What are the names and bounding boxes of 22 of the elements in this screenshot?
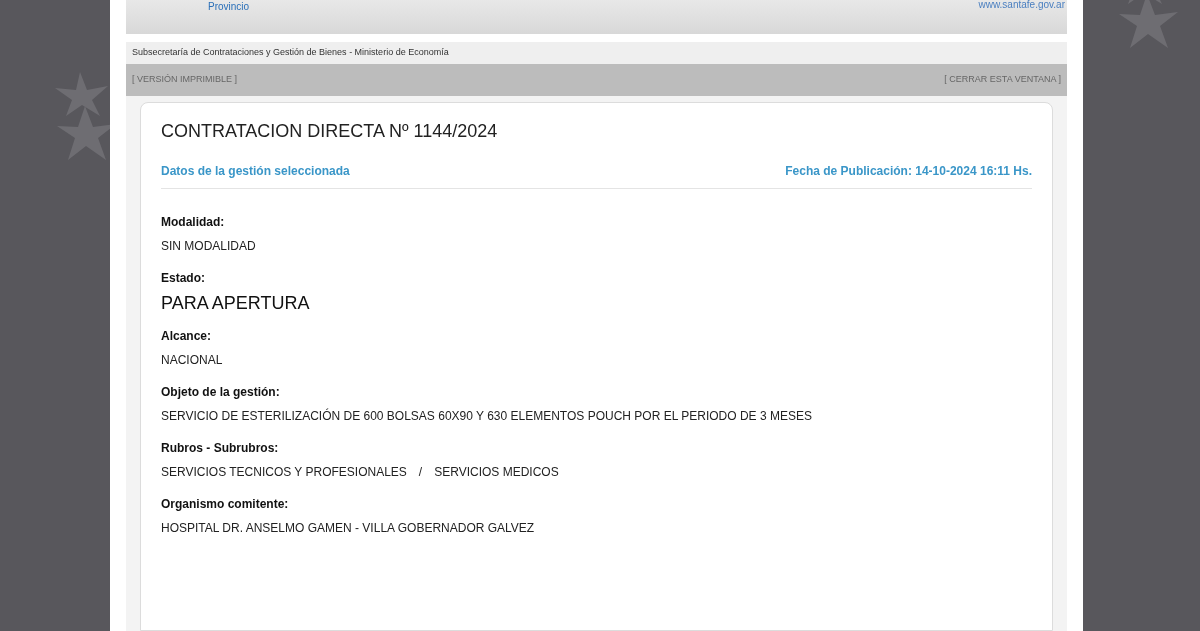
province-link[interactable]: Provincio bbox=[208, 0, 250, 14]
field-label: Modalidad: bbox=[161, 214, 226, 231]
field-value: SERVICIO DE ESTERILIZACIÓN DE 600 BOLSAS 60X90 Y 630 ELEMENTOS POUCH POR EL PERIODO DE 3 MESES bbox=[161, 407, 812, 425]
field-value: HOSPITAL DR. ANSELMO GAMEN - VILLA GOBERNADOR GALVEZ bbox=[161, 520, 535, 537]
field-value: SERVICIOS TECNICOS Y PROFESIONALES bbox=[161, 464, 407, 481]
field-label: Alcance: bbox=[161, 328, 213, 345]
agency-name: Subsecretaría de Contrataciones y Gestión de Bienes - Ministerio de Economía bbox=[132, 46, 449, 60]
field-value: SERVICIOS MEDICOS bbox=[434, 464, 559, 481]
procurement-title: CONTRATACION DIRECTA Nº 1144/2024 bbox=[161, 120, 499, 142]
section-label: Datos de la gestión seleccionada bbox=[161, 163, 350, 180]
field-label: Rubros - Subrubros: bbox=[161, 440, 280, 457]
field-label: Estado: bbox=[161, 270, 206, 287]
site-link[interactable]: www.santafe.gov.ar bbox=[978, 0, 1065, 10]
field-label: Objeto de la gestión: bbox=[161, 384, 281, 401]
field-label: Organismo comitente: bbox=[161, 496, 290, 513]
field-value: PARA APERTURA bbox=[161, 293, 310, 313]
close-window-link[interactable]: [ CERRAR ESTA VENTANA ] bbox=[944, 73, 1061, 87]
print-version-link[interactable]: [ VERSIÓN IMPRIMIBLE ] bbox=[132, 73, 238, 87]
field-value: / bbox=[418, 464, 423, 481]
publication-date: Fecha de Publicación: 14-10-2024 16:11 Hs. bbox=[785, 163, 1032, 180]
field-value: NACIONAL bbox=[161, 352, 223, 369]
field-value: SIN MODALIDAD bbox=[161, 238, 256, 255]
